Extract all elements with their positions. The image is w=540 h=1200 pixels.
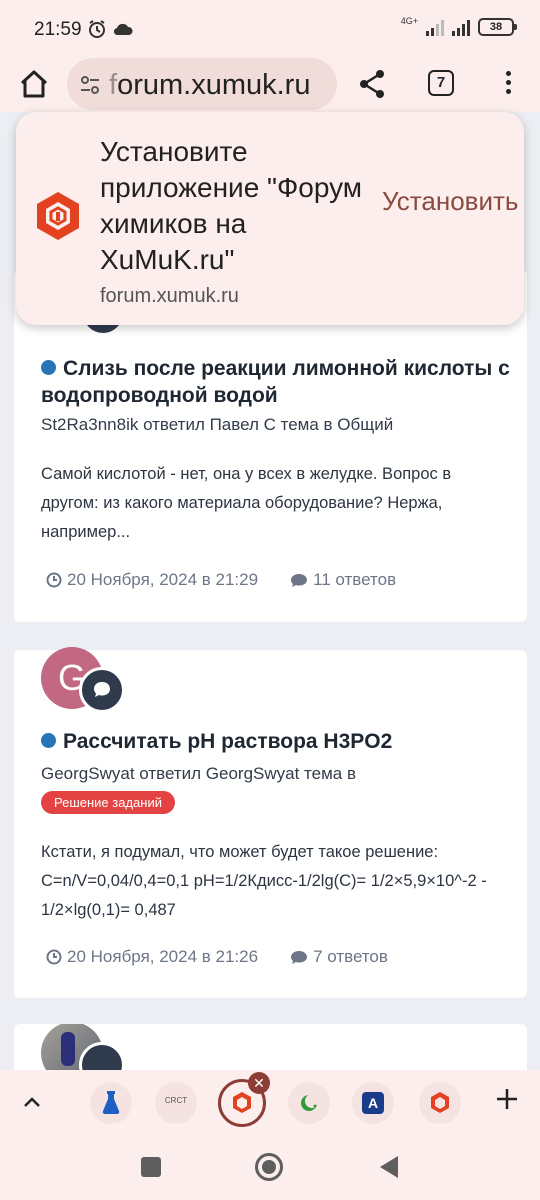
popup-domain: forum.xumuk.ru xyxy=(100,285,239,307)
home-nav-icon[interactable] xyxy=(255,1153,283,1181)
signal-icon xyxy=(426,18,444,36)
topic-title[interactable]: Рассчитать pH раствора H3PO2 xyxy=(41,728,511,755)
url-rest: orum.xumuk.ru xyxy=(117,69,311,101)
tab-crescent[interactable] xyxy=(288,1082,330,1124)
translate-icon: A xyxy=(362,1092,384,1114)
browser-toolbar: forum.xumuk.ru 7 xyxy=(0,58,540,112)
install-app-popup: Установите приложение "Форум химиков на … xyxy=(16,112,524,325)
site-settings-icon[interactable] xyxy=(79,74,101,96)
topic-footer: 20 Ноября, 2024 в 21:26 7 ответов xyxy=(46,947,388,967)
recents-icon[interactable] xyxy=(141,1157,161,1177)
clock-icon xyxy=(46,949,62,965)
new-tab-icon[interactable] xyxy=(494,1086,520,1112)
more-menu-icon[interactable] xyxy=(498,68,518,100)
alarm-icon xyxy=(89,20,105,38)
close-tab-icon[interactable]: ✕ xyxy=(248,1072,270,1094)
topic-title-link[interactable]: Слизь после реакции лимонной кислоты с в… xyxy=(41,357,510,407)
home-icon[interactable] xyxy=(18,68,50,100)
chevron-up-icon[interactable] xyxy=(20,1090,44,1114)
unread-dot-icon xyxy=(41,733,56,748)
popup-title: Установите приложение "Форум химиков на … xyxy=(100,136,363,275)
xumuk-icon xyxy=(431,1092,449,1113)
tab-translate[interactable]: A xyxy=(352,1082,394,1124)
topic-date: 20 Ноября, 2024 в 21:26 xyxy=(67,947,259,966)
status-time: 21:59 xyxy=(34,19,82,40)
topic-excerpt: Кстати, я подумал, что может будет такое… xyxy=(41,843,487,919)
topic-meta: St2Ra3nn8ik ответил Павел С тема в Общий xyxy=(41,415,394,434)
topic-card[interactable]: G Рассчитать pH раствора H3PO2 GeorgSwya… xyxy=(14,647,527,998)
tab-switcher-button[interactable]: 7 xyxy=(428,70,454,96)
tab-xumuk[interactable] xyxy=(419,1082,461,1124)
url-text[interactable]: forum.xumuk.ru xyxy=(109,69,310,102)
topic-replies[interactable]: 7 ответов xyxy=(313,947,388,967)
back-icon[interactable] xyxy=(380,1156,398,1178)
comment-icon xyxy=(291,574,308,587)
address-bar[interactable]: forum.xumuk.ru xyxy=(67,58,337,110)
cloud-icon xyxy=(113,23,133,36)
tab-flask[interactable] xyxy=(90,1082,132,1124)
battery-indicator: 38 xyxy=(478,18,517,36)
topic-date: 20 Ноября, 2024 в 21:29 xyxy=(67,570,259,589)
install-button[interactable]: Установить xyxy=(382,184,518,219)
flask-icon xyxy=(102,1091,120,1115)
crct-icon: CRCT xyxy=(164,1096,188,1105)
tab-strip: CRCT ✕ A xyxy=(0,1070,540,1136)
comment-icon xyxy=(291,951,308,964)
forum-tag[interactable]: Решение заданий xyxy=(41,791,175,814)
tab-crct[interactable]: CRCT xyxy=(155,1082,197,1124)
topic-excerpt: Самой кислотой - нет, она у всех в желуд… xyxy=(41,465,452,541)
topic-replies[interactable]: 11 ответов xyxy=(313,570,396,590)
status-bar: 21:59 4G+ 38 xyxy=(0,0,540,58)
url-prefix: f xyxy=(109,69,118,101)
topic-meta: GeorgSwyat ответил GeorgSwyat тема в xyxy=(41,764,356,783)
share-icon[interactable] xyxy=(356,68,388,100)
signal-icon-2 xyxy=(452,18,470,36)
reply-bubble-icon xyxy=(79,667,125,713)
clock-icon xyxy=(46,572,62,588)
system-nav-bar xyxy=(0,1136,540,1200)
crescent-icon xyxy=(301,1094,319,1111)
topic-title[interactable]: Слизь после реакции лимонной кислоты с в… xyxy=(41,355,511,409)
topic-footer: 20 Ноября, 2024 в 21:29 11 ответов xyxy=(46,570,396,590)
unread-dot-icon xyxy=(41,360,56,375)
network-type: 4G+ xyxy=(400,16,418,26)
topic-title-link[interactable]: Рассчитать pH раствора H3PO2 xyxy=(63,730,392,753)
xumuk-logo-icon xyxy=(37,192,79,240)
status-notification-icons xyxy=(87,19,133,39)
